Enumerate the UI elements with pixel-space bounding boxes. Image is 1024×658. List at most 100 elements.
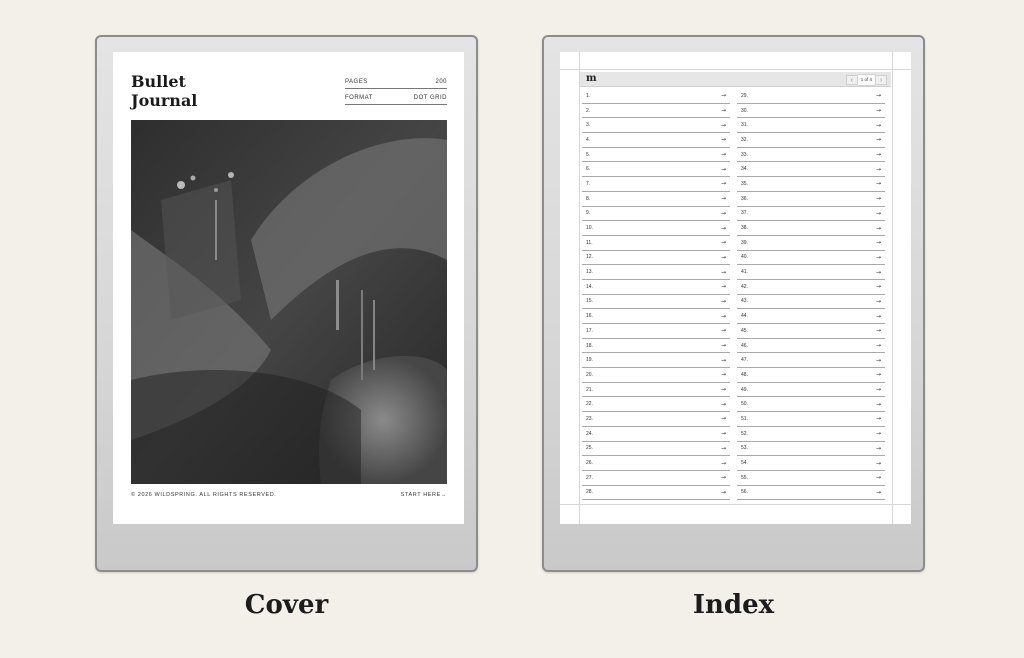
index-entry[interactable]: 49. → — [737, 383, 885, 398]
index-entry[interactable]: 2. → — [582, 104, 730, 119]
index-entry[interactable]: 19. → — [582, 353, 730, 369]
index-entry[interactable]: 42. → — [737, 280, 885, 295]
arrow-right-icon[interactable]: → — [721, 92, 726, 99]
index-entry[interactable]: 45. → — [737, 324, 885, 339]
index-entry[interactable]: 51. → — [737, 412, 885, 427]
index-entry[interactable]: 46. → — [737, 339, 885, 354]
arrow-right-icon[interactable]: → — [876, 342, 881, 349]
index-entry[interactable]: 20. → — [582, 368, 730, 383]
arrow-right-icon[interactable]: → — [721, 327, 726, 334]
index-entry[interactable]: 35. → — [737, 177, 885, 192]
arrow-right-icon[interactable]: → — [721, 166, 726, 173]
index-entry[interactable]: 16. → — [582, 309, 730, 324]
arrow-right-icon[interactable]: → — [721, 210, 726, 217]
arrow-right-icon[interactable]: → — [876, 357, 881, 364]
index-entry[interactable]: 6. → — [582, 162, 730, 178]
index-entry[interactable]: 11. → — [582, 236, 730, 251]
arrow-right-icon[interactable]: → — [876, 283, 881, 290]
index-entry[interactable]: 12. → — [582, 251, 730, 266]
arrow-right-icon[interactable]: → — [876, 239, 881, 246]
index-entry[interactable]: 31. → — [737, 118, 885, 134]
arrow-right-icon[interactable]: → — [876, 445, 881, 452]
arrow-right-icon[interactable]: → — [721, 357, 726, 364]
arrow-right-icon[interactable]: → — [876, 386, 881, 393]
arrow-right-icon[interactable]: → — [876, 298, 881, 305]
index-entry[interactable]: 18. → — [582, 339, 730, 354]
arrow-right-icon[interactable]: → — [721, 225, 726, 232]
index-entry[interactable]: 17. → — [582, 324, 730, 339]
index-entry[interactable]: 7. → — [582, 177, 730, 192]
arrow-right-icon[interactable]: → — [876, 122, 881, 129]
arrow-right-icon[interactable]: → — [721, 430, 726, 437]
arrow-right-icon[interactable]: → — [876, 210, 881, 217]
arrow-right-icon[interactable]: → — [721, 371, 726, 378]
index-entry[interactable]: 3. → — [582, 118, 730, 134]
index-entry[interactable]: 1. → — [582, 89, 730, 104]
arrow-right-icon[interactable]: → — [721, 474, 726, 481]
index-entry[interactable]: 40. → — [737, 251, 885, 266]
index-entry[interactable]: 26. → — [582, 456, 730, 471]
arrow-right-icon[interactable]: → — [876, 489, 881, 496]
index-entry[interactable]: 4. → — [582, 133, 730, 148]
index-entry[interactable]: 30. → — [737, 104, 885, 119]
arrow-right-icon[interactable]: → — [876, 107, 881, 114]
arrow-right-icon[interactable]: → — [876, 180, 881, 187]
arrow-right-icon[interactable]: → — [721, 107, 726, 114]
index-entry[interactable]: 28. → — [582, 486, 730, 501]
arrow-right-icon[interactable]: → — [876, 313, 881, 320]
arrow-right-icon[interactable]: → — [721, 195, 726, 202]
arrow-right-icon[interactable]: → — [876, 327, 881, 334]
index-entry[interactable]: 32. → — [737, 133, 885, 148]
index-entry[interactable]: 43. → — [737, 295, 885, 310]
arrow-right-icon[interactable]: → — [876, 269, 881, 276]
index-entry[interactable]: 14. → — [582, 280, 730, 295]
index-entry[interactable]: 36. → — [737, 192, 885, 207]
arrow-right-icon[interactable]: → — [876, 401, 881, 408]
index-entry[interactable]: 44. → — [737, 309, 885, 324]
arrow-right-icon[interactable]: → — [721, 401, 726, 408]
arrow-right-icon[interactable]: → — [876, 474, 881, 481]
index-entry[interactable]: 37. → — [737, 207, 885, 222]
prev-page-button[interactable]: ‹ — [845, 75, 858, 85]
index-entry[interactable]: 54. → — [737, 456, 885, 471]
arrow-right-icon[interactable]: → — [876, 225, 881, 232]
arrow-right-icon[interactable]: → — [876, 460, 881, 467]
arrow-right-icon[interactable]: → — [721, 283, 726, 290]
arrow-right-icon[interactable]: → — [721, 386, 726, 393]
index-entry[interactable]: 50. → — [737, 397, 885, 413]
arrow-right-icon[interactable]: → — [876, 92, 881, 99]
index-entry[interactable]: 21. → — [582, 383, 730, 398]
index-entry[interactable]: 41. → — [737, 265, 885, 280]
arrow-right-icon[interactable]: → — [721, 445, 726, 452]
index-entry[interactable]: 27. → — [582, 471, 730, 486]
index-entry[interactable]: 9. → — [582, 207, 730, 222]
arrow-right-icon[interactable]: → — [721, 151, 726, 158]
index-entry[interactable]: 10. → — [582, 221, 730, 236]
arrow-right-icon[interactable]: → — [721, 460, 726, 467]
index-entry[interactable]: 55. → — [737, 471, 885, 486]
index-entry[interactable]: 8. → — [582, 192, 730, 207]
index-entry[interactable]: 39. → — [737, 236, 885, 251]
index-entry[interactable]: 5. → — [582, 148, 730, 163]
index-entry[interactable]: 48. → — [737, 368, 885, 383]
arrow-right-icon[interactable]: → — [721, 415, 726, 422]
arrow-right-icon[interactable]: → — [721, 239, 726, 246]
index-entry[interactable]: 13. → — [582, 265, 730, 280]
arrow-right-icon[interactable]: → — [876, 136, 881, 143]
arrow-right-icon[interactable]: → — [721, 180, 726, 187]
index-entry[interactable]: 23. → — [582, 412, 730, 427]
arrow-right-icon[interactable]: → — [721, 269, 726, 276]
arrow-right-icon[interactable]: → — [721, 313, 726, 320]
index-entry[interactable]: 25. → — [582, 442, 730, 457]
next-page-button[interactable]: › — [875, 75, 887, 85]
index-entry[interactable]: 56. → — [737, 486, 885, 501]
arrow-right-icon[interactable]: → — [876, 371, 881, 378]
arrow-right-icon[interactable]: → — [721, 254, 726, 261]
index-entry[interactable]: 47. → — [737, 353, 885, 369]
arrow-right-icon[interactable]: → — [876, 166, 881, 173]
index-entry[interactable]: 53. → — [737, 442, 885, 457]
arrow-right-icon[interactable]: → — [876, 151, 881, 158]
arrow-right-icon[interactable]: → — [721, 298, 726, 305]
arrow-right-icon[interactable]: → — [721, 136, 726, 143]
arrow-right-icon[interactable]: → — [876, 430, 881, 437]
